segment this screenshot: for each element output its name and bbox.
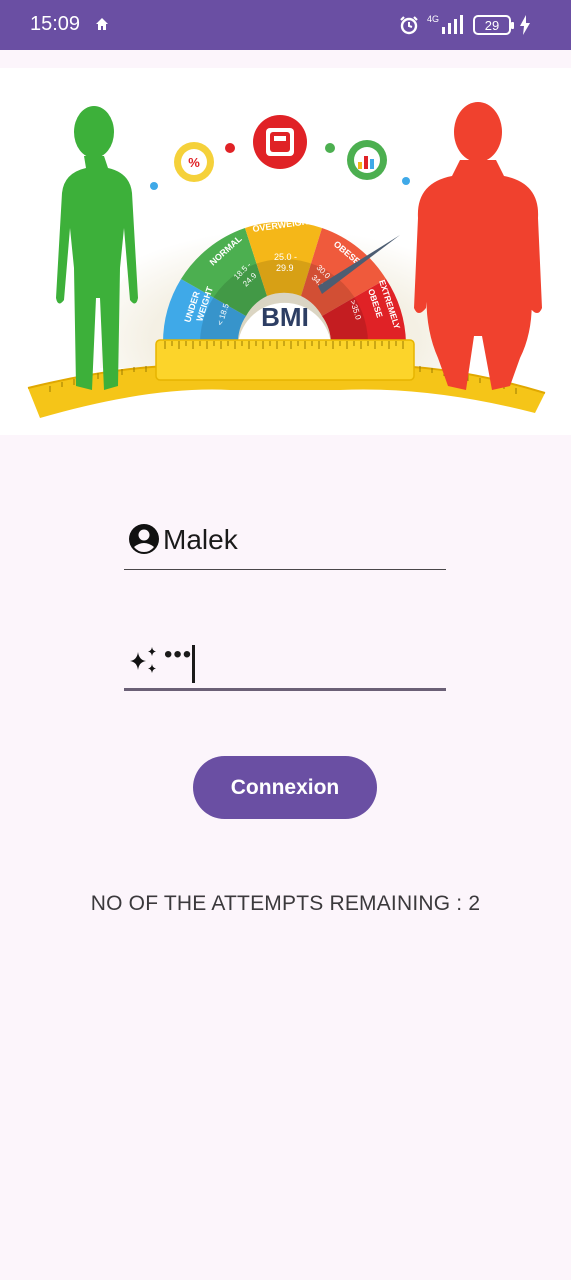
- dot-decoration: [325, 143, 335, 153]
- username-value: Malek: [163, 524, 238, 555]
- password-field[interactable]: •••: [124, 641, 446, 691]
- dot-decoration: [225, 143, 235, 153]
- bar-chart-icon: [347, 140, 387, 180]
- top-spacer: [0, 50, 571, 68]
- login-form: Malek ••• Connexion NO OF THE ATTEMPTS R…: [0, 435, 571, 1280]
- svg-text:%: %: [188, 155, 200, 170]
- scale-icon: [253, 115, 307, 169]
- gauge-range-overweight: 25.0 -: [274, 252, 297, 262]
- connexion-button[interactable]: Connexion: [193, 756, 377, 819]
- username-field[interactable]: Malek: [124, 520, 446, 570]
- alarm-icon: [400, 16, 418, 35]
- gauge-range-overweight: 29.9: [276, 263, 294, 273]
- network-type: 4G: [426, 13, 439, 24]
- bmi-banner-image: % BMI UNDER WEIGHT NORMAL OVERWEIGHT OBE…: [0, 68, 571, 435]
- home-icon: [96, 18, 108, 30]
- gauge-center-label: BMI: [261, 302, 309, 332]
- sparkle-icon: [130, 647, 156, 673]
- battery-icon: 29: [473, 15, 514, 35]
- bmi-illustration: % BMI UNDER WEIGHT NORMAL OVERWEIGHT OBE…: [27, 102, 546, 418]
- status-bar: 15:09 4G 29: [0, 0, 571, 50]
- status-time: 15:09: [30, 13, 81, 35]
- signal-icon: [442, 15, 463, 34]
- attempts-remaining-text: NO OF THE ATTEMPTS REMAINING : 2: [90, 892, 481, 915]
- percent-icon: %: [174, 142, 214, 182]
- dot-decoration: [402, 177, 410, 185]
- account-circle-icon: [129, 524, 159, 554]
- charging-icon: [520, 15, 530, 35]
- battery-level: 29: [484, 17, 500, 33]
- status-icons: 4G 29: [399, 12, 531, 38]
- text-cursor: [192, 645, 195, 683]
- dot-decoration: [150, 182, 158, 190]
- password-mask: •••: [164, 641, 193, 668]
